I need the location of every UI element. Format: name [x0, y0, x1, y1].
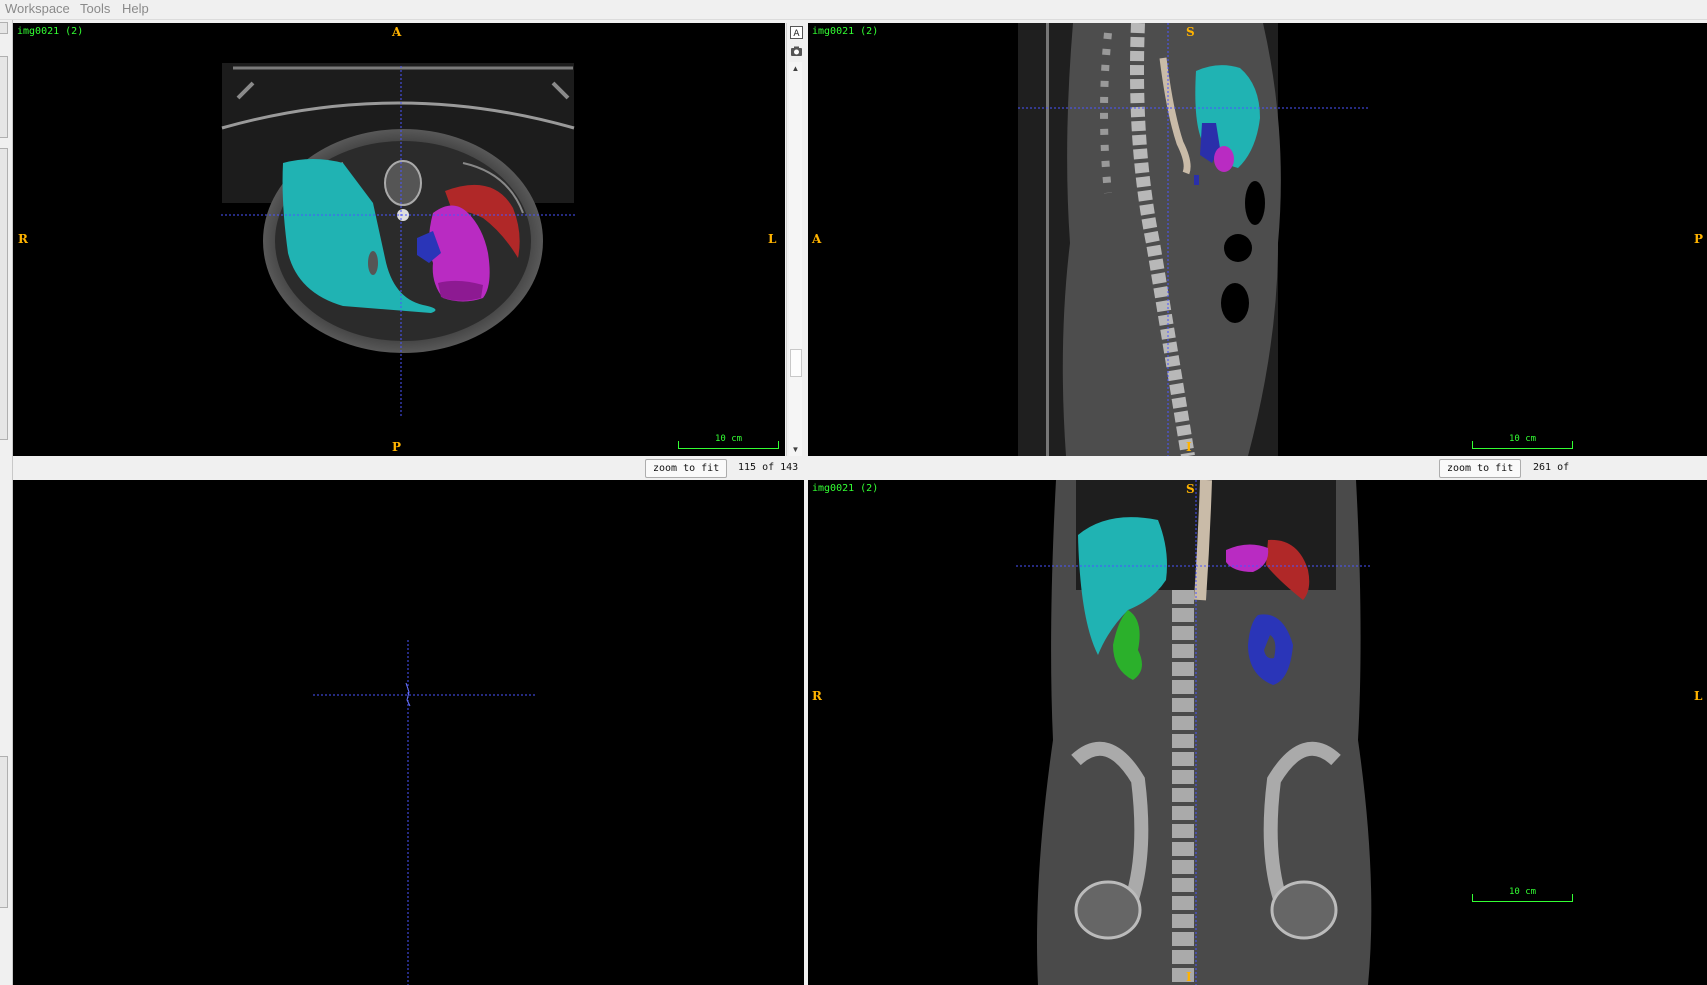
aorta-segment [1194, 480, 1212, 601]
axial-ct-image [221, 63, 575, 416]
menu-tools[interactable]: Tools [80, 1, 110, 16]
orientation-left: A [812, 232, 822, 246]
orientation-bottom: P [392, 440, 402, 454]
sagittal-status-bar: zoom to fit 261 of [808, 456, 1707, 480]
sagittal-view[interactable]: img0021 (2) S I A P 10 cm [808, 23, 1707, 456]
orientation-top: S [1186, 482, 1195, 496]
side-tab[interactable] [0, 56, 8, 138]
menu-bar: Workspace Tools Help [0, 0, 1707, 20]
image-label: img0021 (2) [812, 26, 879, 37]
scale-bar: 10 cm [1472, 434, 1573, 449]
slice-scrollbar[interactable]: ▲ ▼ [789, 62, 802, 456]
3d-view[interactable] [13, 480, 804, 985]
side-tab[interactable] [0, 148, 8, 440]
axial-status-bar: zoom to fit 115 of 143 [13, 456, 806, 480]
coronal-view[interactable]: img0021 (2) S I R L 10 cm [808, 480, 1707, 985]
orientation-right: L [1694, 689, 1703, 703]
coronal-ct-image [1016, 480, 1372, 985]
collapse-handle-icon[interactable] [0, 22, 8, 34]
orientation-right: L [768, 232, 777, 246]
orientation-bottom: I [1186, 440, 1192, 454]
svg-text:A: A [793, 29, 800, 39]
scroll-up-icon[interactable]: ▲ [789, 62, 802, 75]
image-label: img0021 (2) [17, 26, 84, 37]
menu-help[interactable]: Help [122, 1, 149, 16]
image-label: img0021 (2) [812, 483, 879, 494]
scale-bar: 10 cm [678, 434, 779, 449]
scroll-down-icon[interactable]: ▼ [789, 443, 802, 456]
scroll-thumb[interactable] [790, 349, 802, 377]
orientation-left: R [812, 689, 822, 703]
axial-view[interactable]: img0021 (2) A P R L 10 cm [13, 23, 785, 456]
zoom-to-fit-button[interactable]: zoom to fit [645, 459, 728, 478]
scale-bar-label: 10 cm [1508, 434, 1537, 444]
zoom-to-fit-button[interactable]: zoom to fit [1439, 459, 1522, 478]
menu-workspace[interactable]: Workspace [5, 1, 70, 16]
left-side-panel-strip[interactable] [0, 20, 13, 985]
sagittal-ct-image [1018, 23, 1368, 456]
side-tab[interactable] [0, 756, 8, 908]
scale-bar: 10 cm [1472, 887, 1573, 902]
3d-render-area [313, 640, 535, 985]
annotation-icon[interactable]: A [790, 26, 803, 39]
camera-icon[interactable] [790, 45, 803, 58]
orientation-top: S [1186, 25, 1195, 39]
orientation-right: P [1694, 232, 1704, 246]
orientation-bottom: I [1186, 970, 1192, 984]
slice-readout: 115 of 143 [738, 462, 799, 473]
scale-bar-label: 10 cm [714, 434, 743, 444]
slice-readout: 261 of [1533, 462, 1570, 473]
orientation-top: A [392, 25, 402, 39]
scale-bar-label: 10 cm [1508, 887, 1537, 897]
orientation-left: R [18, 232, 28, 246]
stomach-segment [1214, 146, 1234, 172]
